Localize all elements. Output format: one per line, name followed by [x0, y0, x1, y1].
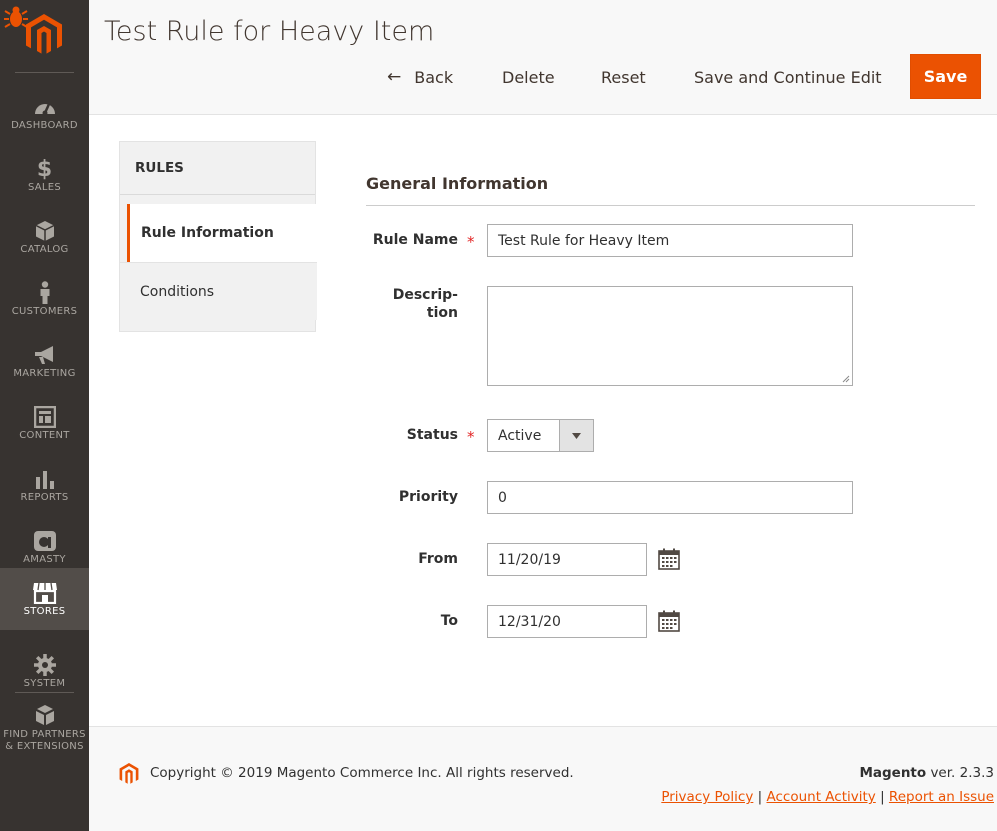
to-date-input[interactable]: 12/31/20 — [487, 605, 647, 638]
magento-logo-icon — [119, 763, 139, 784]
priority-input[interactable]: 0 — [487, 481, 853, 514]
sidebar-divider — [15, 72, 74, 73]
page-header: Test Rule for Heavy Item ← Back Delete R… — [89, 0, 997, 115]
footer-links: Privacy Policy | Account Activity | Repo… — [661, 789, 994, 805]
box-icon — [35, 221, 54, 241]
sidebar-item-label: Marketing — [13, 368, 76, 379]
description-textarea[interactable] — [487, 286, 853, 386]
sidebar-item-label: Reports — [20, 492, 69, 503]
to-label: To — [440, 613, 458, 629]
cubes-icon — [35, 705, 54, 725]
report-issue-link[interactable]: Report an Issue — [889, 789, 994, 805]
bar-chart-icon — [35, 471, 54, 489]
link-separator: | — [880, 789, 889, 805]
status-label: Status — [406, 427, 458, 443]
sidebar-item-label: Stores — [23, 606, 66, 617]
sidebar-item-label: Find Partners & Extensions — [3, 729, 86, 752]
gear-icon — [33, 654, 56, 676]
tab-rule-information[interactable]: Rule Information — [127, 204, 317, 262]
reset-button[interactable]: Reset — [601, 62, 646, 92]
privacy-policy-link[interactable]: Privacy Policy — [661, 789, 753, 805]
sidebar-item-label: Sales — [27, 182, 62, 193]
sidebar-item-marketing[interactable]: Marketing — [0, 330, 89, 392]
resize-handle-icon[interactable] — [842, 375, 850, 383]
tabs-title: RULES — [120, 142, 315, 195]
sidebar-item-customers[interactable]: Customers — [0, 268, 89, 330]
priority-label: Priority — [398, 489, 458, 505]
dollar-icon: $ — [36, 156, 53, 182]
sidebar-item-label: Content — [19, 430, 70, 441]
description-label: Descrip- tion — [348, 286, 458, 322]
calendar-icon[interactable] — [658, 548, 680, 570]
status-select-value: Active — [498, 427, 542, 444]
section-divider — [366, 205, 975, 206]
sidebar-item-stores[interactable]: Stores — [0, 568, 89, 630]
required-asterisk: * — [467, 233, 475, 251]
sidebar-item-find-partners[interactable]: Find Partners & Extensions — [0, 700, 89, 760]
page-title: Test Rule for Heavy Item — [104, 16, 435, 47]
store-icon — [32, 582, 57, 604]
save-button[interactable]: Save — [910, 54, 981, 99]
section-title: General Information — [366, 174, 549, 193]
copyright-text: Copyright © 2019 Magento Commerce Inc. A… — [150, 765, 574, 781]
megaphone-icon — [34, 346, 53, 364]
sidebar-item-sales[interactable]: $ Sales — [0, 144, 89, 206]
rule-name-label: Rule Name — [372, 232, 458, 248]
chevron-down-icon — [572, 432, 581, 439]
description-label-line2: tion — [426, 305, 458, 321]
arrow-left-icon: ← — [387, 67, 402, 87]
sidebar-item-label: System — [23, 678, 66, 689]
rules-tabs: RULES Rule Information Conditions — [119, 141, 317, 332]
required-asterisk: * — [467, 428, 475, 446]
amasty-icon — [33, 531, 56, 551]
page-footer: Copyright © 2019 Magento Commerce Inc. A… — [89, 726, 997, 831]
account-activity-link[interactable]: Account Activity — [766, 789, 875, 805]
sidebar-item-catalog[interactable]: Catalog — [0, 206, 89, 268]
sidebar-item-label: Customers — [11, 306, 78, 317]
description-label-line1: Descrip- — [392, 287, 458, 303]
back-button[interactable]: ← Back — [387, 62, 453, 92]
sidebar-item-label: Amasty — [23, 554, 66, 565]
sidebar-item-reports[interactable]: Reports — [0, 454, 89, 516]
magento-m-icon — [26, 14, 62, 54]
magento-logo[interactable] — [0, 0, 89, 72]
person-icon — [40, 281, 49, 304]
delete-button[interactable]: Delete — [502, 62, 555, 92]
from-date-input[interactable]: 11/20/19 — [487, 543, 647, 576]
layout-icon — [33, 406, 56, 428]
back-button-label: Back — [414, 67, 454, 87]
tab-conditions[interactable]: Conditions — [120, 262, 317, 320]
version-text: Magento ver. 2.3.3 — [859, 765, 994, 781]
admin-sidebar: Dashboard $ Sales Catalog Customers Mark… — [0, 0, 89, 831]
save-and-continue-button[interactable]: Save and Continue Edit — [694, 62, 882, 92]
sidebar-item-label: Catalog — [20, 244, 69, 255]
sidebar-item-label: Dashboard — [11, 120, 78, 131]
from-label: From — [418, 551, 458, 567]
sidebar-item-content[interactable]: Content — [0, 392, 89, 454]
sidebar-item-dashboard[interactable]: Dashboard — [0, 82, 89, 144]
rule-name-input[interactable]: Test Rule for Heavy Item — [487, 224, 853, 257]
sidebar-divider — [15, 692, 74, 693]
calendar-icon[interactable] — [658, 610, 680, 632]
dashboard-icon — [34, 103, 55, 116]
version-number: ver. 2.3.3 — [926, 765, 994, 781]
status-select[interactable]: Active — [487, 419, 594, 452]
brand-name: Magento — [859, 765, 927, 781]
select-arrow — [559, 420, 593, 451]
